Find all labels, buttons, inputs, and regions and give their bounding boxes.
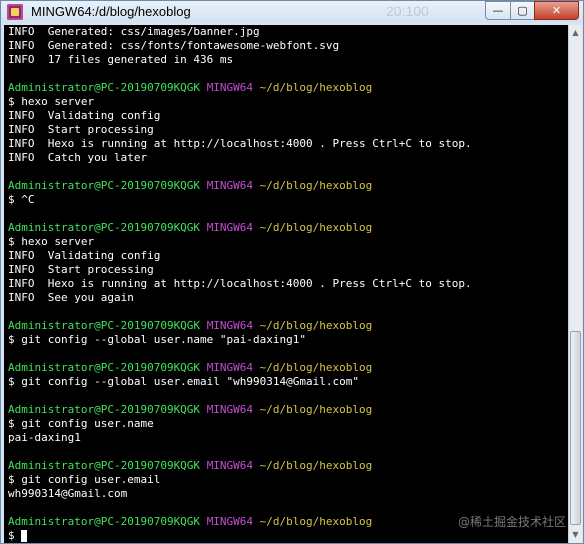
output-line: INFO Generated: css/fonts/fontawesome-we… <box>8 39 340 52</box>
prompt-shell: MINGW64 <box>206 319 254 332</box>
scroll-up-arrow-icon[interactable]: ▲ <box>569 25 582 41</box>
command-line: $ git config user.email <box>8 473 161 486</box>
output-line: INFO Generated: css/images/banner.jpg <box>8 25 260 38</box>
prompt-path: ~/d/blog/hexoblog <box>259 459 373 472</box>
window-title: MINGW64:/d/blog/hexoblog <box>31 4 191 19</box>
prompt-line: Administrator@PC-20190709KQGK MINGW64 ~/… <box>8 459 566 473</box>
prompt-shell: MINGW64 <box>206 403 254 416</box>
prompt-user: Administrator@PC-20190709KQGK <box>8 221 201 234</box>
maximize-button[interactable]: ▢ <box>510 1 535 20</box>
prompt-path: ~/d/blog/hexoblog <box>259 515 373 528</box>
watermark: @稀土掘金技术社区 <box>458 515 567 529</box>
prompt-line: Administrator@PC-20190709KQGK MINGW64 ~/… <box>8 81 566 95</box>
command-line: $ git config user.name <box>8 417 154 430</box>
output-line: INFO Start processing <box>8 263 154 276</box>
command-line: $ ^C <box>8 193 35 206</box>
close-button[interactable]: ✕ <box>534 1 579 20</box>
vertical-scrollbar[interactable]: ▲ ▼ <box>568 25 582 543</box>
prompt-user: Administrator@PC-20190709KQGK <box>8 179 201 192</box>
prompt-line: Administrator@PC-20190709KQGK MINGW64 ~/… <box>8 179 566 193</box>
prompt-user: Administrator@PC-20190709KQGK <box>8 459 201 472</box>
prompt-shell: MINGW64 <box>206 515 254 528</box>
output-line: INFO Validating config <box>8 109 161 122</box>
prompt-user: Administrator@PC-20190709KQGK <box>8 361 201 374</box>
prompt-shell: MINGW64 <box>206 81 254 94</box>
scroll-down-arrow-icon[interactable]: ▼ <box>569 527 582 543</box>
prompt-path: ~/d/blog/hexoblog <box>259 403 373 416</box>
terminal-window: MINGW64:/d/blog/hexoblog 20:100 — ▢ ✕ IN… <box>0 0 584 544</box>
prompt-path: ~/d/blog/hexoblog <box>259 81 373 94</box>
prompt-shell: MINGW64 <box>206 459 254 472</box>
title-bar[interactable]: MINGW64:/d/blog/hexoblog 20:100 — ▢ ✕ <box>1 1 583 23</box>
output-line: INFO Hexo is running at http://localhost… <box>8 277 472 290</box>
output-line: pai-daxing1 <box>8 431 81 444</box>
minimize-button[interactable]: — <box>485 1 511 20</box>
output-line: INFO See you again <box>8 291 134 304</box>
input-line[interactable]: $ <box>8 529 566 543</box>
scrollbar-thumb[interactable] <box>570 331 581 525</box>
title-ghost-text: 20:100 <box>386 3 429 19</box>
output-line: INFO Hexo is running at http://localhost… <box>8 137 472 150</box>
command-line: $ hexo server <box>8 235 95 248</box>
command-line: $ git config --global user.email "wh9903… <box>8 375 359 388</box>
prompt-user: Administrator@PC-20190709KQGK <box>8 403 201 416</box>
command-line: $ hexo server <box>8 95 95 108</box>
prompt-shell: MINGW64 <box>206 221 254 234</box>
text-cursor <box>21 530 28 542</box>
prompt-shell: MINGW64 <box>206 179 254 192</box>
prompt-path: ~/d/blog/hexoblog <box>259 319 373 332</box>
prompt-line: Administrator@PC-20190709KQGK MINGW64 ~/… <box>8 221 566 235</box>
prompt-shell: MINGW64 <box>206 361 254 374</box>
prompt-line: Administrator@PC-20190709KQGK MINGW64 ~/… <box>8 361 566 375</box>
prompt-line: Administrator@PC-20190709KQGK MINGW64 ~/… <box>8 319 566 333</box>
prompt-path: ~/d/blog/hexoblog <box>259 179 373 192</box>
output-line: wh990314@Gmail.com <box>8 487 128 500</box>
terminal-output[interactable]: INFO Generated: css/images/banner.jpg IN… <box>4 25 568 543</box>
prompt-user: Administrator@PC-20190709KQGK <box>8 319 201 332</box>
command-line: $ git config --global user.name "pai-dax… <box>8 333 307 346</box>
prompt-line: Administrator@PC-20190709KQGK MINGW64 ~/… <box>8 403 566 417</box>
prompt-user: Administrator@PC-20190709KQGK <box>8 81 201 94</box>
output-line: INFO Catch you later <box>8 151 148 164</box>
input-prompt: $ <box>8 529 22 542</box>
prompt-path: ~/d/blog/hexoblog <box>259 221 373 234</box>
output-line: INFO Start processing <box>8 123 154 136</box>
output-line: INFO 17 files generated in 436 ms <box>8 53 234 66</box>
prompt-path: ~/d/blog/hexoblog <box>259 361 373 374</box>
mingw-app-icon[interactable] <box>7 4 23 20</box>
prompt-user: Administrator@PC-20190709KQGK <box>8 515 201 528</box>
output-line: INFO Validating config <box>8 249 161 262</box>
